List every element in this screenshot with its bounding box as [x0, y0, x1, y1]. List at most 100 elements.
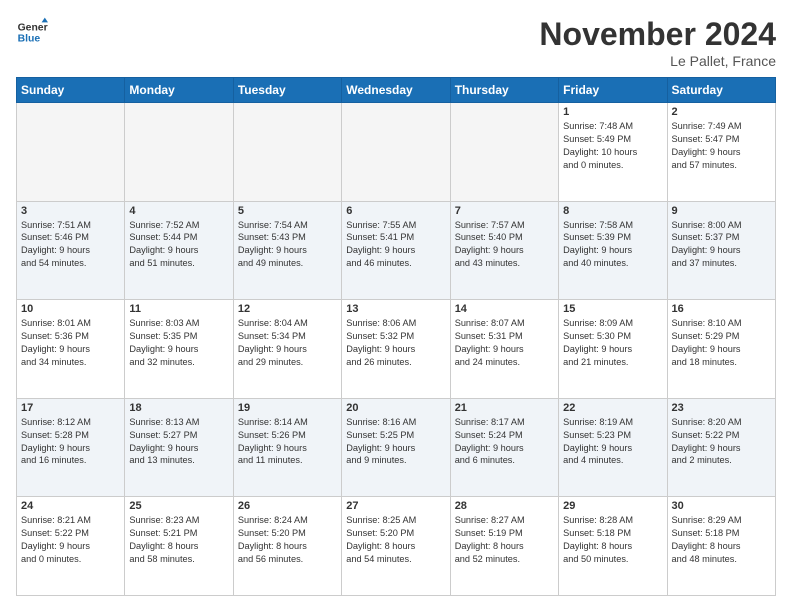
day-number: 18 — [129, 402, 228, 414]
day-number: 25 — [129, 500, 228, 512]
day-number: 2 — [672, 106, 771, 118]
day-info: Sunrise: 8:07 AM Sunset: 5:31 PM Dayligh… — [455, 317, 554, 369]
day-info: Sunrise: 8:01 AM Sunset: 5:36 PM Dayligh… — [21, 317, 120, 369]
table-row: 5 Sunrise: 7:54 AM Sunset: 5:43 PM Daylig… — [233, 201, 341, 300]
day-info: Sunrise: 8:10 AM Sunset: 5:29 PM Dayligh… — [672, 317, 771, 369]
day-info: Sunrise: 7:58 AM Sunset: 5:39 PM Dayligh… — [563, 219, 662, 271]
table-row: 17 Sunrise: 8:12 AM Sunset: 5:28 PM Dayli… — [17, 398, 125, 497]
day-info: Sunrise: 8:13 AM Sunset: 5:27 PM Dayligh… — [129, 416, 228, 468]
day-info: Sunrise: 8:20 AM Sunset: 5:22 PM Dayligh… — [672, 416, 771, 468]
day-info: Sunrise: 8:25 AM Sunset: 5:20 PM Dayligh… — [346, 514, 445, 566]
day-info: Sunrise: 7:57 AM Sunset: 5:40 PM Dayligh… — [455, 219, 554, 271]
svg-text:Blue: Blue — [18, 34, 41, 45]
day-info: Sunrise: 8:06 AM Sunset: 5:32 PM Dayligh… — [346, 317, 445, 369]
col-friday: Friday — [559, 78, 667, 103]
table-row: 3Sunrise: 7:51 AM Sunset: 5:46 PM Daylig… — [17, 201, 125, 300]
location: Le Pallet, France — [539, 53, 776, 69]
col-tuesday: Tuesday — [233, 78, 341, 103]
day-info: Sunrise: 8:19 AM Sunset: 5:23 PM Dayligh… — [563, 416, 662, 468]
table-row: 30 Sunrise: 8:29 AM Sunset: 5:18 PM Dayli… — [667, 497, 775, 596]
table-row: 2 Sunrise: 7:49 AM Sunset: 5:47 PM Daylig… — [667, 103, 775, 202]
table-row — [233, 103, 341, 202]
day-info: Sunrise: 8:21 AM Sunset: 5:22 PM Dayligh… — [21, 514, 120, 566]
day-info: Sunrise: 8:04 AM Sunset: 5:34 PM Dayligh… — [238, 317, 337, 369]
logo: General Blue — [16, 16, 48, 48]
table-row — [450, 103, 558, 202]
day-number: 20 — [346, 402, 445, 414]
day-number: 7 — [455, 205, 554, 217]
table-row: 4Sunrise: 7:52 AM Sunset: 5:44 PM Daylig… — [125, 201, 233, 300]
table-row — [125, 103, 233, 202]
table-row: 13 Sunrise: 8:06 AM Sunset: 5:32 PM Dayli… — [342, 300, 450, 399]
day-info: Sunrise: 8:03 AM Sunset: 5:35 PM Dayligh… — [129, 317, 228, 369]
day-number: 29 — [563, 500, 662, 512]
table-row: 6 Sunrise: 7:55 AM Sunset: 5:41 PM Daylig… — [342, 201, 450, 300]
table-row: 15 Sunrise: 8:09 AM Sunset: 5:30 PM Dayli… — [559, 300, 667, 399]
col-monday: Monday — [125, 78, 233, 103]
calendar-table: Sunday Monday Tuesday Wednesday Thursday… — [16, 77, 776, 596]
calendar-week-4: 24 Sunrise: 8:21 AM Sunset: 5:22 PM Dayli… — [17, 497, 776, 596]
table-row: 11 Sunrise: 8:03 AM Sunset: 5:35 PM Dayli… — [125, 300, 233, 399]
table-row: 14 Sunrise: 8:07 AM Sunset: 5:31 PM Dayli… — [450, 300, 558, 399]
table-row: 28 Sunrise: 8:27 AM Sunset: 5:19 PM Dayli… — [450, 497, 558, 596]
day-number: 3 — [21, 205, 120, 217]
table-row: 18 Sunrise: 8:13 AM Sunset: 5:27 PM Dayli… — [125, 398, 233, 497]
day-number: 11 — [129, 303, 228, 315]
day-info: Sunrise: 8:12 AM Sunset: 5:28 PM Dayligh… — [21, 416, 120, 468]
day-info: Sunrise: 8:23 AM Sunset: 5:21 PM Dayligh… — [129, 514, 228, 566]
day-info: Sunrise: 7:49 AM Sunset: 5:47 PM Dayligh… — [672, 120, 771, 172]
table-row: 29 Sunrise: 8:28 AM Sunset: 5:18 PM Dayli… — [559, 497, 667, 596]
table-row: 16 Sunrise: 8:10 AM Sunset: 5:29 PM Dayli… — [667, 300, 775, 399]
table-row: 23 Sunrise: 8:20 AM Sunset: 5:22 PM Dayli… — [667, 398, 775, 497]
table-row: 25 Sunrise: 8:23 AM Sunset: 5:21 PM Dayli… — [125, 497, 233, 596]
day-number: 16 — [672, 303, 771, 315]
table-row: 12Sunrise: 8:04 AM Sunset: 5:34 PM Dayli… — [233, 300, 341, 399]
day-number: 30 — [672, 500, 771, 512]
calendar-week-1: 3Sunrise: 7:51 AM Sunset: 5:46 PM Daylig… — [17, 201, 776, 300]
col-thursday: Thursday — [450, 78, 558, 103]
day-number: 19 — [238, 402, 337, 414]
day-number: 13 — [346, 303, 445, 315]
day-info: Sunrise: 8:28 AM Sunset: 5:18 PM Dayligh… — [563, 514, 662, 566]
month-title: November 2024 — [539, 16, 776, 53]
page: General Blue November 2024 Le Pallet, Fr… — [0, 0, 792, 612]
day-info: Sunrise: 7:48 AM Sunset: 5:49 PM Dayligh… — [563, 120, 662, 172]
day-info: Sunrise: 8:09 AM Sunset: 5:30 PM Dayligh… — [563, 317, 662, 369]
table-row: 1Sunrise: 7:48 AM Sunset: 5:49 PM Daylig… — [559, 103, 667, 202]
table-row: 8Sunrise: 7:58 AM Sunset: 5:39 PM Daylig… — [559, 201, 667, 300]
day-number: 17 — [21, 402, 120, 414]
calendar-week-3: 17 Sunrise: 8:12 AM Sunset: 5:28 PM Dayli… — [17, 398, 776, 497]
table-row: 22 Sunrise: 8:19 AM Sunset: 5:23 PM Dayli… — [559, 398, 667, 497]
day-info: Sunrise: 8:24 AM Sunset: 5:20 PM Dayligh… — [238, 514, 337, 566]
header: General Blue November 2024 Le Pallet, Fr… — [16, 16, 776, 69]
day-info: Sunrise: 8:29 AM Sunset: 5:18 PM Dayligh… — [672, 514, 771, 566]
table-row: 10 Sunrise: 8:01 AM Sunset: 5:36 PM Dayli… — [17, 300, 125, 399]
table-row: 19Sunrise: 8:14 AM Sunset: 5:26 PM Dayli… — [233, 398, 341, 497]
day-info: Sunrise: 8:17 AM Sunset: 5:24 PM Dayligh… — [455, 416, 554, 468]
calendar-week-0: 1Sunrise: 7:48 AM Sunset: 5:49 PM Daylig… — [17, 103, 776, 202]
title-block: November 2024 Le Pallet, France — [539, 16, 776, 69]
day-number: 23 — [672, 402, 771, 414]
table-row: 20 Sunrise: 8:16 AM Sunset: 5:25 PM Dayli… — [342, 398, 450, 497]
day-info: Sunrise: 8:16 AM Sunset: 5:25 PM Dayligh… — [346, 416, 445, 468]
table-row: 9Sunrise: 8:00 AM Sunset: 5:37 PM Daylig… — [667, 201, 775, 300]
day-number: 28 — [455, 500, 554, 512]
day-number: 24 — [21, 500, 120, 512]
day-number: 14 — [455, 303, 554, 315]
table-row: 27Sunrise: 8:25 AM Sunset: 5:20 PM Dayli… — [342, 497, 450, 596]
day-number: 5 — [238, 205, 337, 217]
calendar-week-2: 10 Sunrise: 8:01 AM Sunset: 5:36 PM Dayli… — [17, 300, 776, 399]
table-row: 21 Sunrise: 8:17 AM Sunset: 5:24 PM Dayli… — [450, 398, 558, 497]
day-number: 6 — [346, 205, 445, 217]
day-number: 21 — [455, 402, 554, 414]
day-info: Sunrise: 7:55 AM Sunset: 5:41 PM Dayligh… — [346, 219, 445, 271]
header-row: Sunday Monday Tuesday Wednesday Thursday… — [17, 78, 776, 103]
day-number: 22 — [563, 402, 662, 414]
day-info: Sunrise: 8:00 AM Sunset: 5:37 PM Dayligh… — [672, 219, 771, 271]
col-wednesday: Wednesday — [342, 78, 450, 103]
col-saturday: Saturday — [667, 78, 775, 103]
day-info: Sunrise: 8:27 AM Sunset: 5:19 PM Dayligh… — [455, 514, 554, 566]
day-number: 10 — [21, 303, 120, 315]
day-info: Sunrise: 7:54 AM Sunset: 5:43 PM Dayligh… — [238, 219, 337, 271]
day-number: 15 — [563, 303, 662, 315]
